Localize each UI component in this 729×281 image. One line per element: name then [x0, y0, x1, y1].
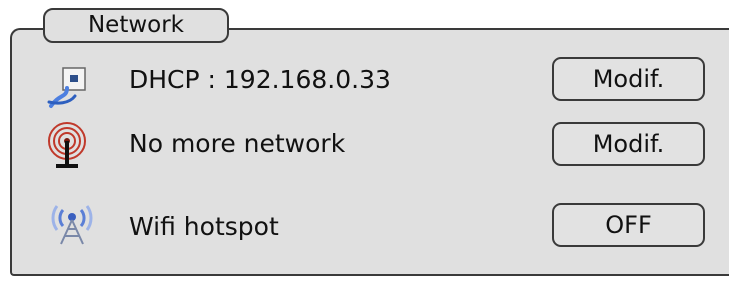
- panel-title: Network: [43, 8, 229, 43]
- modify-network-button[interactable]: Modif.: [552, 122, 705, 166]
- network-status-label: No more network: [129, 129, 346, 158]
- modify-dhcp-button[interactable]: Modif.: [552, 57, 705, 101]
- wifi-hotspot-toggle-button[interactable]: OFF: [552, 203, 705, 247]
- dhcp-address-label: DHCP : 192.168.0.33: [129, 65, 391, 94]
- wifi-hotspot-label: Wifi hotspot: [129, 212, 279, 241]
- wifi-tower-icon: [49, 200, 95, 246]
- ethernet-plug-icon: [45, 64, 91, 110]
- antenna-icon: [44, 120, 90, 168]
